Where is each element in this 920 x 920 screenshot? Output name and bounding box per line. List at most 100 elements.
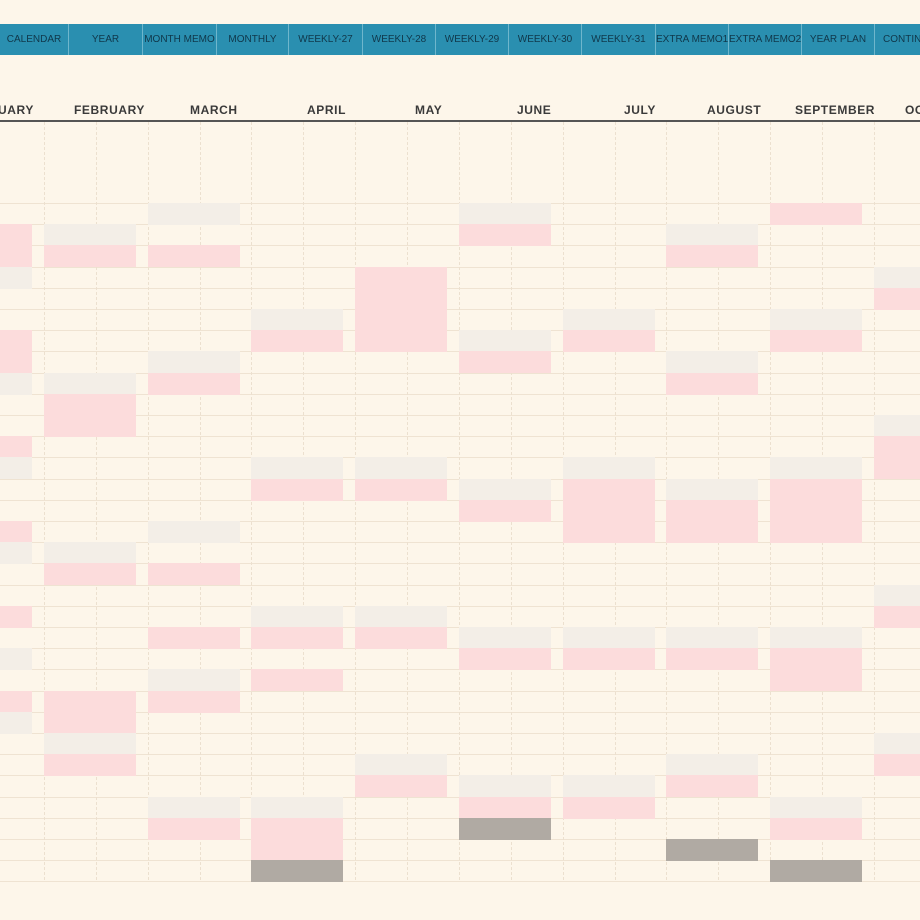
day-cell-february-17[interactable] (44, 542, 136, 564)
day-cell-september-21[interactable] (770, 627, 862, 649)
day-cell-july-16[interactable] (563, 521, 655, 543)
day-cell-october-26[interactable] (874, 733, 920, 755)
day-cell-june-28[interactable] (459, 775, 551, 797)
day-cell-october-27[interactable] (874, 754, 920, 776)
day-cell-august-15[interactable] (666, 500, 758, 522)
day-cell-january-7[interactable] (0, 330, 32, 352)
day-cell-may-6[interactable] (355, 309, 447, 331)
day-cell-october-11[interactable] (874, 415, 920, 437)
day-cell-february-26[interactable] (44, 733, 136, 755)
day-cell-august-22[interactable] (666, 648, 758, 670)
day-cell-july-7[interactable] (563, 330, 655, 352)
day-cell-august-8[interactable] (666, 351, 758, 373)
day-cell-august-2[interactable] (666, 224, 758, 246)
day-cell-january-25[interactable] (0, 712, 32, 734)
day-cell-september-14[interactable] (770, 479, 862, 501)
day-cell-august-9[interactable] (666, 373, 758, 395)
day-cell-march-29[interactable] (148, 797, 240, 819)
day-cell-april-29[interactable] (251, 797, 343, 819)
day-cell-february-27[interactable] (44, 754, 136, 776)
day-cell-may-27[interactable] (355, 754, 447, 776)
day-cell-october-20[interactable] (874, 606, 920, 628)
day-cell-september-23[interactable] (770, 669, 862, 691)
day-cell-may-14[interactable] (355, 479, 447, 501)
day-cell-july-22[interactable] (563, 648, 655, 670)
day-cell-february-10[interactable] (44, 394, 136, 416)
day-cell-september-7[interactable] (770, 330, 862, 352)
day-cell-march-18[interactable] (148, 563, 240, 585)
day-cell-august-16[interactable] (666, 521, 758, 543)
day-cell-january-9[interactable] (0, 373, 32, 395)
day-cell-july-13[interactable] (563, 457, 655, 479)
day-cell-july-28[interactable] (563, 775, 655, 797)
day-cell-may-5[interactable] (355, 288, 447, 310)
day-cell-january-8[interactable] (0, 351, 32, 373)
day-cell-june-22[interactable] (459, 648, 551, 670)
day-cell-july-29[interactable] (563, 797, 655, 819)
day-cell-september-29[interactable] (770, 797, 862, 819)
day-cell-july-21[interactable] (563, 627, 655, 649)
day-cell-march-21[interactable] (148, 627, 240, 649)
day-cell-january-22[interactable] (0, 648, 32, 670)
day-cell-april-13[interactable] (251, 457, 343, 479)
day-cell-june-1[interactable] (459, 203, 551, 225)
day-cell-april-32[interactable] (251, 860, 343, 882)
day-cell-october-4[interactable] (874, 267, 920, 289)
day-cell-january-13[interactable] (0, 457, 32, 479)
day-cell-april-21[interactable] (251, 627, 343, 649)
day-cell-march-30[interactable] (148, 818, 240, 840)
day-cell-may-7[interactable] (355, 330, 447, 352)
day-cell-january-4[interactable] (0, 267, 32, 289)
day-cell-may-4[interactable] (355, 267, 447, 289)
day-cell-july-6[interactable] (563, 309, 655, 331)
day-cell-june-21[interactable] (459, 627, 551, 649)
day-cell-september-30[interactable] (770, 818, 862, 840)
day-cell-september-22[interactable] (770, 648, 862, 670)
day-cell-february-18[interactable] (44, 563, 136, 585)
day-cell-march-8[interactable] (148, 351, 240, 373)
day-cell-june-14[interactable] (459, 479, 551, 501)
day-cell-june-30[interactable] (459, 818, 551, 840)
day-cell-september-32[interactable] (770, 860, 862, 882)
day-cell-march-3[interactable] (148, 245, 240, 267)
day-cell-october-13[interactable] (874, 457, 920, 479)
day-cell-january-20[interactable] (0, 606, 32, 628)
day-cell-january-3[interactable] (0, 245, 32, 267)
day-cell-april-6[interactable] (251, 309, 343, 331)
day-cell-october-12[interactable] (874, 436, 920, 458)
day-cell-june-2[interactable] (459, 224, 551, 246)
day-cell-august-31[interactable] (666, 839, 758, 861)
day-cell-january-24[interactable] (0, 691, 32, 713)
day-cell-august-3[interactable] (666, 245, 758, 267)
day-cell-april-7[interactable] (251, 330, 343, 352)
day-cell-april-23[interactable] (251, 669, 343, 691)
day-cell-february-2[interactable] (44, 224, 136, 246)
day-cell-august-28[interactable] (666, 775, 758, 797)
day-cell-march-24[interactable] (148, 691, 240, 713)
day-cell-june-29[interactable] (459, 797, 551, 819)
day-cell-january-17[interactable] (0, 542, 32, 564)
day-cell-september-13[interactable] (770, 457, 862, 479)
day-cell-may-21[interactable] (355, 627, 447, 649)
day-cell-july-14[interactable] (563, 479, 655, 501)
day-cell-april-30[interactable] (251, 818, 343, 840)
day-cell-september-16[interactable] (770, 521, 862, 543)
day-cell-september-15[interactable] (770, 500, 862, 522)
day-cell-july-15[interactable] (563, 500, 655, 522)
day-cell-may-20[interactable] (355, 606, 447, 628)
day-cell-april-14[interactable] (251, 479, 343, 501)
day-cell-february-11[interactable] (44, 415, 136, 437)
day-cell-february-24[interactable] (44, 691, 136, 713)
day-cell-february-3[interactable] (44, 245, 136, 267)
day-cell-april-20[interactable] (251, 606, 343, 628)
day-cell-january-2[interactable] (0, 224, 32, 246)
day-cell-april-31[interactable] (251, 839, 343, 861)
day-cell-june-8[interactable] (459, 351, 551, 373)
day-cell-june-15[interactable] (459, 500, 551, 522)
day-cell-may-28[interactable] (355, 775, 447, 797)
day-cell-august-14[interactable] (666, 479, 758, 501)
day-cell-march-1[interactable] (148, 203, 240, 225)
day-cell-february-25[interactable] (44, 712, 136, 734)
day-cell-march-16[interactable] (148, 521, 240, 543)
day-cell-january-12[interactable] (0, 436, 32, 458)
